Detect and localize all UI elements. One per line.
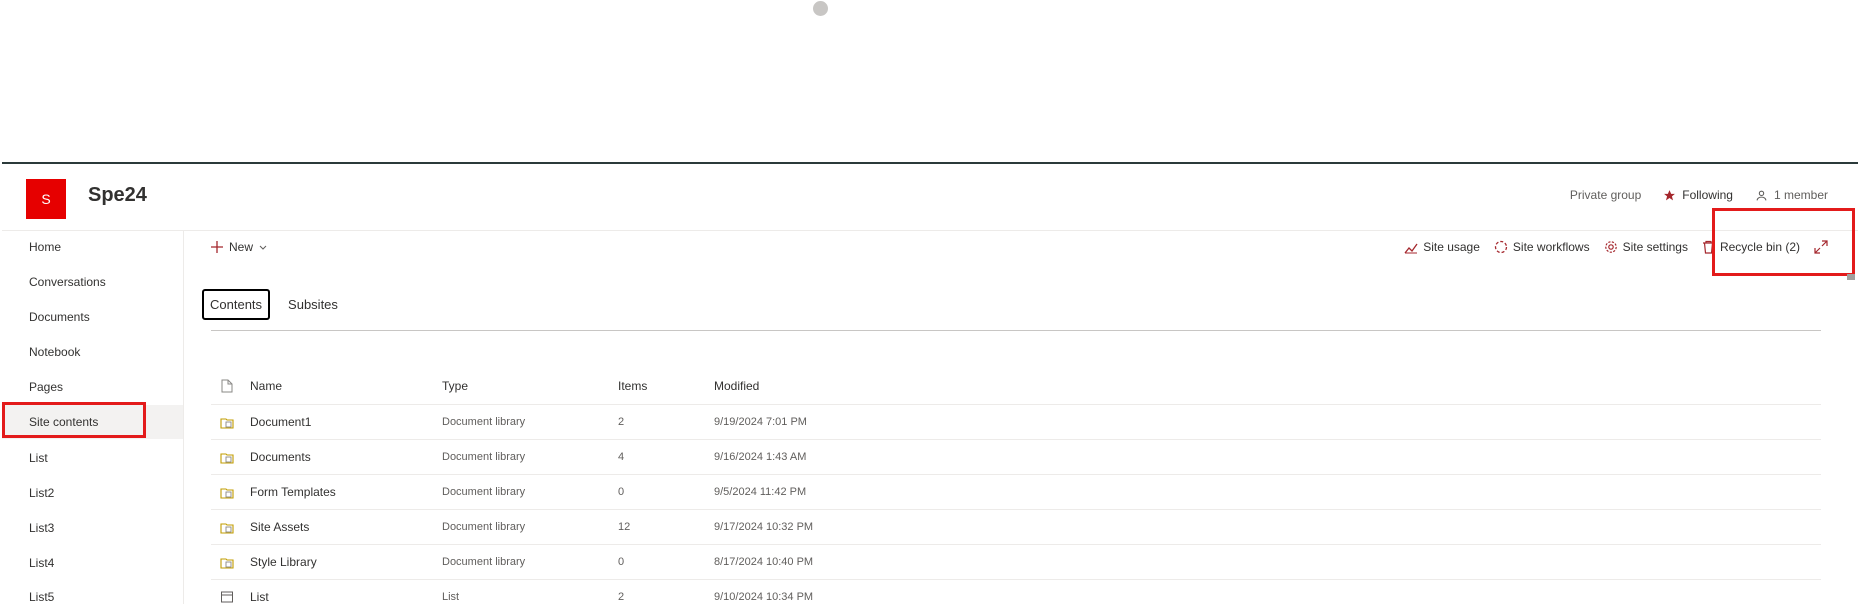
item-name-link[interactable]: Document1 <box>250 415 311 429</box>
item-name-link[interactable]: Form Templates <box>250 485 336 499</box>
item-modified: 9/19/2024 7:01 PM <box>714 416 807 428</box>
person-icon <box>1756 190 1767 200</box>
site-usage-label: Site usage <box>1423 240 1480 254</box>
item-count: 0 <box>618 486 625 498</box>
command-bar: New Site usage Site workflows Site setti… <box>183 230 1858 268</box>
item-count: 2 <box>618 416 625 428</box>
new-label: New <box>229 240 254 254</box>
tab-contents[interactable]: Contents <box>202 289 271 320</box>
nav-label: Conversations <box>29 275 106 289</box>
item-modified: 9/10/2024 10:34 PM <box>714 591 814 603</box>
item-type: Document library <box>442 416 526 428</box>
highlight-box-recycle-bin <box>1712 208 1855 276</box>
privacy-label: Private group <box>1570 188 1641 202</box>
chart-icon <box>1404 243 1418 254</box>
site-logo-letter: S <box>41 191 51 207</box>
nav-label: Documents <box>29 310 90 324</box>
nav-item-pages[interactable]: Pages <box>2 370 183 404</box>
site-settings-button[interactable]: Site settings <box>1604 240 1688 254</box>
item-type: Document library <box>442 451 526 463</box>
column-header-items[interactable]: Items <box>618 379 647 393</box>
nav-item-conversations[interactable]: Conversations <box>2 265 183 299</box>
table-row[interactable]: Style Library Document library 0 8/17/20… <box>211 545 1821 580</box>
library-icon <box>219 414 235 430</box>
site-workflows-label: Site workflows <box>1512 240 1590 254</box>
gear-icon <box>1604 241 1617 253</box>
nav-label: Pages <box>29 380 64 394</box>
highlight-box-site-contents <box>2 402 146 438</box>
item-name-link[interactable]: Site Assets <box>250 520 309 534</box>
item-count: 12 <box>618 521 631 533</box>
nav-label: List3 <box>29 521 55 535</box>
item-modified: 8/17/2024 10:40 PM <box>714 556 814 568</box>
chevron-down-icon <box>259 245 267 250</box>
nav-label: Notebook <box>29 345 81 359</box>
header-actions: Private group Following 1 member <box>1570 188 1828 202</box>
document-icon <box>221 379 233 393</box>
tabs-divider <box>211 330 1821 331</box>
table-row[interactable]: Site Assets Document library 12 9/17/202… <box>211 510 1821 545</box>
table-header-row: Name Type Items Modified <box>211 368 1821 405</box>
library-icon <box>219 449 235 465</box>
nav-label: List4 <box>29 556 55 570</box>
site-header: S Spe24 Private group Following 1 member <box>2 164 1858 231</box>
star-icon <box>1664 189 1676 200</box>
nav-label: List <box>29 451 48 465</box>
nav-item-list4[interactable]: List4 <box>2 546 183 580</box>
nav-item-list3[interactable]: List3 <box>2 511 183 545</box>
item-type: List <box>442 591 460 603</box>
content-tabs: Contents Subsites <box>202 289 344 320</box>
table-row[interactable]: Document1 Document library 2 9/19/2024 7… <box>211 405 1821 440</box>
item-type: Document library <box>442 521 526 533</box>
column-header-modified[interactable]: Modified <box>714 379 759 393</box>
nav-item-list5[interactable]: List5 <box>2 580 183 604</box>
new-button[interactable]: New <box>211 240 267 254</box>
item-type: Document library <box>442 556 526 568</box>
table-row[interactable]: List List 2 9/10/2024 10:34 PM <box>211 580 1821 604</box>
item-modified: 9/5/2024 11:42 PM <box>714 486 807 498</box>
library-icon <box>219 554 235 570</box>
column-header-name[interactable]: Name <box>250 379 282 393</box>
file-type-header-icon[interactable] <box>219 378 235 394</box>
loading-dot <box>813 1 828 16</box>
item-type: Document library <box>442 486 526 498</box>
contents-table: Name Type Items Modified Document1 Docum… <box>211 368 1821 604</box>
following-label: Following <box>1682 188 1733 202</box>
item-count: 0 <box>618 556 625 568</box>
item-modified: 9/17/2024 10:32 PM <box>714 521 814 533</box>
members-button[interactable]: 1 member <box>1755 188 1828 202</box>
following-button[interactable]: Following <box>1663 188 1733 202</box>
nav-item-list[interactable]: List <box>2 441 183 475</box>
tab-subsites[interactable]: Subsites <box>282 291 344 318</box>
item-modified: 9/16/2024 1:43 AM <box>714 451 807 463</box>
site-settings-label: Site settings <box>1622 240 1688 254</box>
nav-item-notebook[interactable]: Notebook <box>2 335 183 369</box>
privacy-text: Private group <box>1569 188 1642 202</box>
column-header-type[interactable]: Type <box>442 379 468 393</box>
nav-item-list2[interactable]: List2 <box>2 476 183 510</box>
nav-label: Home <box>29 240 62 254</box>
scrollbar-thumb[interactable] <box>1847 274 1855 280</box>
sharepoint-frame: S Spe24 Private group Following 1 member… <box>2 162 1858 604</box>
table-row[interactable]: Form Templates Document library 0 9/5/20… <box>211 475 1821 510</box>
nav-item-documents[interactable]: Documents <box>2 300 183 334</box>
item-count: 4 <box>618 451 625 463</box>
site-usage-button[interactable]: Site usage <box>1404 240 1480 254</box>
members-label: 1 member <box>1773 188 1828 202</box>
item-name-link[interactable]: Style Library <box>250 555 317 569</box>
nav-label: List2 <box>29 486 55 500</box>
site-logo[interactable]: S <box>26 179 66 219</box>
library-icon <box>219 519 235 535</box>
site-workflows-button[interactable]: Site workflows <box>1494 240 1590 254</box>
item-count: 2 <box>618 591 625 603</box>
site-title[interactable]: Spe24 <box>88 184 147 207</box>
workflow-icon <box>1494 240 1508 254</box>
table-row[interactable]: Documents Document library 4 9/16/2024 1… <box>211 440 1821 475</box>
item-name-link[interactable]: Documents <box>250 450 311 464</box>
nav-item-home[interactable]: Home <box>2 230 183 264</box>
library-icon <box>219 484 235 500</box>
plus-icon <box>211 241 223 253</box>
